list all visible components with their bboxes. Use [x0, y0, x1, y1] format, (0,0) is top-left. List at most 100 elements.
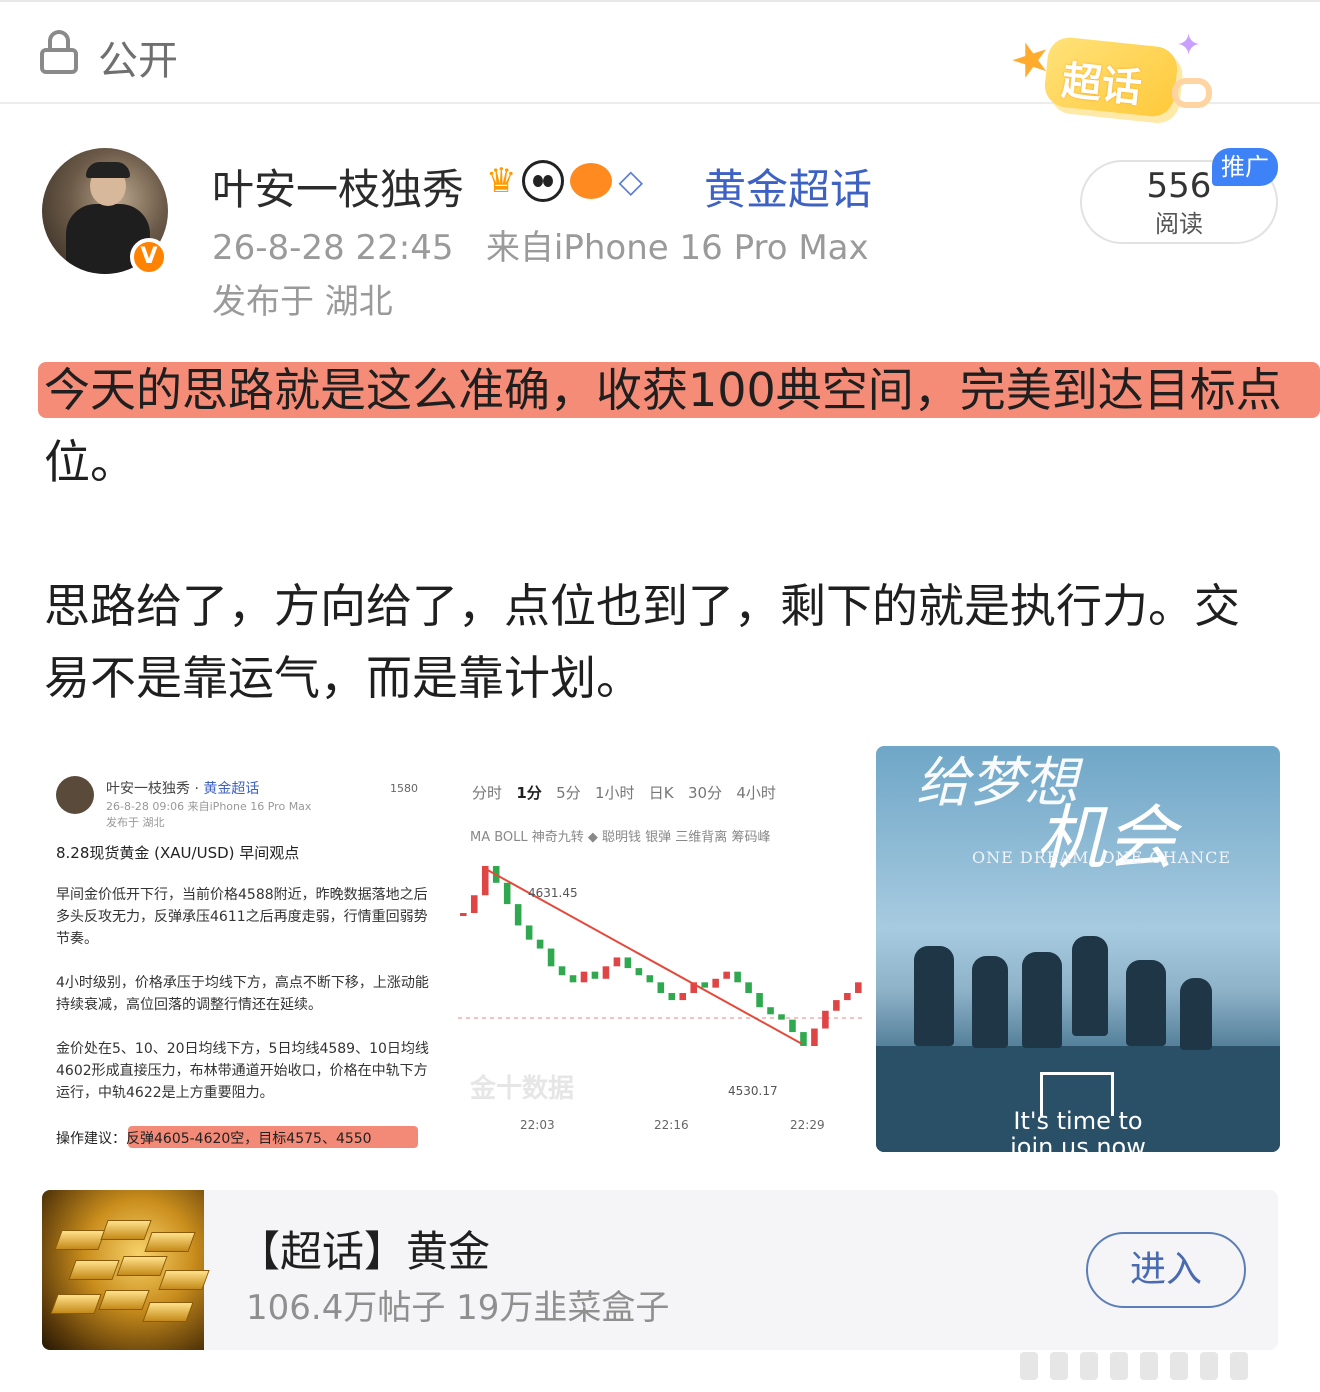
poster-tagline: It's time to join us now	[1010, 1107, 1146, 1152]
chart-time-tick: 22:16	[654, 1118, 689, 1132]
candle	[833, 1000, 840, 1011]
silhouette	[1022, 952, 1062, 1048]
candlestick-plot	[458, 866, 864, 1046]
chart-low-label: 4530.17	[728, 1084, 778, 1098]
silhouette	[972, 956, 1008, 1048]
candle	[723, 971, 730, 979]
candle	[855, 982, 862, 993]
candle	[745, 982, 752, 993]
chart-indicators: MA BOLL 神奇九转 ◆ 聪明钱 银弹 三维背离 筹码峰	[470, 830, 771, 845]
enter-button[interactable]: 进入	[1086, 1232, 1246, 1308]
candle	[646, 975, 654, 983]
mini-advice: 操作建议：反弹4605-4620空，目标4575、4550	[56, 1131, 372, 1147]
candle	[679, 992, 687, 1001]
crown-icon: ♛	[486, 161, 517, 201]
mini-meta: 26-8-28 09:06 来自iPhone 16 Pro Max	[106, 800, 312, 813]
candle	[756, 992, 763, 1008]
candle	[503, 882, 511, 905]
chart-high-label: 4631.45	[528, 886, 578, 900]
mini-title: 8.28现货黄金 (XAU/USD) 早间观点	[56, 844, 300, 862]
chart-tab: 4小时	[736, 784, 776, 802]
candle	[811, 1028, 818, 1046]
chart-tab: 1小时	[594, 784, 635, 802]
mini-location: 发布于 湖北	[106, 816, 165, 829]
candle	[591, 971, 599, 979]
candle	[657, 982, 665, 993]
post-location: 发布于 湖北	[212, 282, 393, 322]
chart-tab: 30分	[687, 784, 723, 802]
sparkle-icon: ✦	[1176, 28, 1202, 63]
bottom-fade-icons	[1020, 1346, 1320, 1386]
fish-icon	[570, 163, 613, 199]
diamond-icon: ◇	[618, 162, 644, 200]
topic-cover-gold-bars	[42, 1190, 210, 1350]
silhouette	[1072, 936, 1108, 1036]
lock-icon	[40, 30, 80, 74]
chart-tab: 分时	[472, 784, 503, 802]
visibility-label[interactable]: 公开	[98, 28, 178, 86]
post-paragraph-2: 思路给了，方向给了，点位也到了，剩下的就是执行力。交易不是靠运气，而是靠计划。	[44, 579, 1240, 705]
post-meta: 26-8-28 22:45 来自iPhone 16 Pro Max	[212, 220, 869, 269]
bubble-icon	[1172, 78, 1212, 108]
mini-avatar	[56, 776, 94, 814]
candle	[580, 971, 588, 983]
candle	[525, 925, 533, 940]
candle	[635, 968, 643, 976]
user-badges: ♛ ◇	[486, 158, 643, 204]
candle	[844, 992, 851, 1001]
candle	[712, 978, 719, 988]
candle	[789, 1019, 796, 1033]
candle	[613, 957, 621, 967]
chaohua-badge[interactable]: ★ 超话 ✦	[1003, 27, 1212, 120]
candle	[460, 913, 467, 917]
candle	[822, 1010, 829, 1029]
candle	[547, 948, 555, 967]
top-bar: 公开 ★ 超话 ✦	[0, 0, 1320, 119]
candle	[778, 1014, 785, 1020]
post-paragraph-1: 今天的思路就是这么准确，收获100典空间，完美到达目标点位。	[44, 363, 1282, 489]
candle	[701, 982, 708, 988]
candle	[470, 895, 478, 914]
topic-link[interactable]: 黄金超话	[704, 156, 872, 217]
candle	[569, 975, 577, 983]
mini-body-3: 金价处在5、10、20日均线下方，5日均线4589、10日均线4602形成直接压…	[56, 1041, 429, 1101]
mini-reads: 1580	[390, 782, 418, 795]
candle	[536, 939, 544, 949]
image-poster[interactable]: 给梦想 机会 ONE DREAM, ONE CHANCE It's time t…	[876, 746, 1280, 1152]
candle	[624, 957, 632, 969]
chart-watermark: 金十数据	[470, 1074, 575, 1104]
chart-tab-active: 1分	[516, 784, 542, 802]
silhouette	[914, 946, 954, 1046]
promo-badge[interactable]: 推广	[1212, 148, 1278, 186]
image-post-screenshot[interactable]: 叶安一枝独秀 · 黄金超话 26-8-28 09:06 来自iPhone 16 …	[42, 746, 444, 1152]
poster-headline: 机会	[1036, 797, 1176, 879]
candle	[767, 1007, 774, 1015]
chart-time-tick: 22:03	[520, 1118, 555, 1132]
chart-tab: 5分	[556, 784, 581, 802]
panda-icon	[522, 160, 565, 202]
verified-badge: V	[130, 238, 168, 276]
silhouette	[1180, 978, 1212, 1050]
candle	[514, 904, 522, 926]
topic-card-title: 【超话】黄金	[238, 1227, 491, 1276]
author-name[interactable]: 叶安一枝独秀	[212, 156, 464, 217]
chart-tabs: 分时 1分 5分 1小时 日K 30分 4小时	[472, 782, 776, 803]
post-source: 来自iPhone 16 Pro Max	[485, 228, 869, 268]
chaohua-badge-label: 超话	[1059, 57, 1144, 113]
image-price-chart[interactable]: 分时 1分 5分 1小时 日K 30分 4小时 MA BOLL 神奇九转 ◆ 聪…	[458, 746, 864, 1152]
topic-card-stats: 106.4万帖子 19万韭菜盒子	[246, 1288, 670, 1328]
silhouette	[1126, 960, 1166, 1046]
candle	[668, 992, 676, 1001]
chart-tab: 日K	[648, 784, 674, 802]
read-label: 阅读	[1155, 210, 1203, 238]
mini-body-2: 4小时级别，价格承压于均线下方，高点不断下移，上涨动能持续衰减，高位回落的调整行…	[56, 975, 429, 1013]
candle	[602, 966, 610, 979]
chart-time-tick: 22:29	[790, 1118, 825, 1132]
candle	[558, 966, 566, 976]
candle	[734, 971, 741, 983]
topic-card[interactable]: 【超话】黄金 106.4万帖子 19万韭菜盒子 进入	[42, 1190, 1278, 1350]
poster-subtitle: ONE DREAM, ONE CHANCE	[972, 848, 1232, 867]
mini-body-1: 早间金价低开下行，当前价格4588附近，昨晚数据落地之后多头反攻无力，反弹承压4…	[56, 887, 428, 947]
post-timestamp: 26-8-28 22:45	[212, 228, 454, 268]
mini-author: 叶安一枝独秀 · 黄金超话	[106, 781, 260, 797]
